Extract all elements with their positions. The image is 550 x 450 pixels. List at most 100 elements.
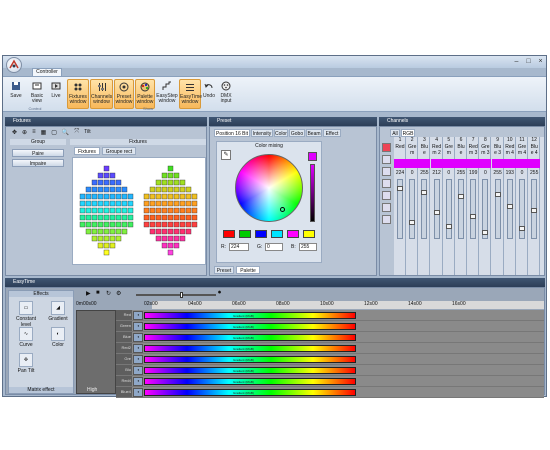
track-toggle-icon[interactable]: ◑: [133, 355, 143, 364]
fixture-cell[interactable]: [167, 165, 174, 172]
fixture-cell[interactable]: [115, 193, 122, 200]
fixture-cell[interactable]: [167, 186, 174, 193]
fixture-cell[interactable]: [115, 200, 122, 207]
track-toggle-icon[interactable]: ◑: [133, 388, 143, 397]
fixture-cell[interactable]: [173, 221, 180, 228]
fixture-cell[interactable]: [115, 186, 122, 193]
track-toggle-icon[interactable]: ◑: [133, 377, 143, 386]
timeline-track[interactable]: Gre ◑ Gradient (RGB): [116, 354, 544, 365]
gradient-bar[interactable]: Gradient (RGB): [144, 378, 356, 385]
record-button-icon[interactable]: ⏺: [218, 290, 221, 297]
fixture-cell[interactable]: [103, 228, 110, 235]
fixture-cell[interactable]: [185, 207, 192, 214]
fixture-cell[interactable]: [103, 193, 110, 200]
fixture-cell[interactable]: [103, 200, 110, 207]
fixture-cell[interactable]: [155, 207, 162, 214]
fixture-cell[interactable]: [85, 214, 92, 221]
effect-pan-tilt[interactable]: ✜ Pan Tilt: [11, 353, 41, 374]
fixture-cell[interactable]: [149, 186, 156, 193]
timeline-track[interactable]: Green ◑ Gradient (RGB): [116, 321, 544, 332]
track-toggle-icon[interactable]: ◑: [133, 344, 143, 353]
brightness-slider[interactable]: [310, 164, 315, 222]
channel-fader[interactable]: [519, 179, 525, 239]
fixture-cell[interactable]: [173, 214, 180, 221]
move-icon[interactable]: ✥: [12, 129, 17, 137]
search-icon[interactable]: 🔍: [62, 129, 69, 137]
fixture-cell[interactable]: [115, 235, 122, 242]
play-icon[interactable]: ▶: [86, 290, 91, 297]
fixture-cell[interactable]: [149, 193, 156, 200]
fixture-cell[interactable]: [179, 193, 186, 200]
fixture-cell[interactable]: [85, 193, 92, 200]
fixture-cell[interactable]: [115, 179, 122, 186]
fixture-cell[interactable]: [161, 186, 168, 193]
tool-icon-6[interactable]: [382, 203, 391, 212]
effect-curve[interactable]: ∿ Curve: [11, 327, 41, 348]
fixture-cell[interactable]: [191, 193, 198, 200]
fixture-cell[interactable]: [121, 214, 128, 221]
fixture-cell[interactable]: [161, 200, 168, 207]
fixture-cell[interactable]: [179, 207, 186, 214]
tab-gobo[interactable]: Gobo: [289, 129, 305, 137]
fixture-cell[interactable]: [115, 214, 122, 221]
basic-view-button[interactable]: Basic view: [27, 79, 47, 109]
fixture-cell[interactable]: [91, 235, 98, 242]
fixture-cell[interactable]: [91, 179, 98, 186]
fixture-cell[interactable]: [85, 221, 92, 228]
fixture-cell[interactable]: [179, 221, 186, 228]
fixture-cell[interactable]: [97, 214, 104, 221]
fixture-cell[interactable]: [179, 228, 186, 235]
fixture-cell[interactable]: [97, 179, 104, 186]
tab-preset[interactable]: Preset: [214, 266, 234, 274]
fixture-cell[interactable]: [155, 228, 162, 235]
color-swatch[interactable]: [223, 230, 235, 238]
fixture-cell[interactable]: [109, 207, 116, 214]
fixture-cell[interactable]: [79, 221, 86, 228]
fixture-cell[interactable]: [121, 193, 128, 200]
fixture-cell[interactable]: [85, 207, 92, 214]
fixture-cell[interactable]: [79, 200, 86, 207]
tab-palette[interactable]: Palette: [236, 266, 260, 274]
fixture-cell[interactable]: [91, 193, 98, 200]
fixture-cell[interactable]: [91, 228, 98, 235]
fixture-cell[interactable]: [121, 221, 128, 228]
channel-fader[interactable]: [458, 179, 464, 239]
gradient-bar[interactable]: Gradient (RGB): [144, 356, 356, 363]
fixture-cell[interactable]: [91, 221, 98, 228]
channel-fader-knob[interactable]: [397, 186, 403, 191]
live-button[interactable]: Live: [49, 79, 63, 109]
color-swatch[interactable]: [271, 230, 283, 238]
fixture-cell[interactable]: [143, 214, 150, 221]
fixture-cell[interactable]: [167, 228, 174, 235]
channel-fader[interactable]: [494, 179, 501, 239]
fixture-cell[interactable]: [97, 228, 104, 235]
fixture-cell[interactable]: [121, 200, 128, 207]
fixture-cell[interactable]: [185, 200, 192, 207]
fixture-cell[interactable]: [191, 207, 198, 214]
tab-controller[interactable]: Controller: [32, 68, 62, 76]
fixture-cell[interactable]: [103, 179, 110, 186]
b-value-field[interactable]: 255: [299, 243, 317, 251]
track-toggle-icon[interactable]: ◑: [133, 333, 143, 342]
save-button[interactable]: Save: [9, 79, 23, 109]
fixture-cell[interactable]: [103, 249, 110, 256]
fixture-cell[interactable]: [143, 193, 150, 200]
channel-fader-knob[interactable]: [458, 194, 464, 199]
fixture-cell[interactable]: [185, 221, 192, 228]
fixture-cell[interactable]: [167, 214, 174, 221]
fixture-cell[interactable]: [91, 207, 98, 214]
gradient-bar[interactable]: Gradient (RGB): [144, 334, 356, 341]
fixture-cell[interactable]: [179, 214, 186, 221]
channels-window-button[interactable]: Channels window: [90, 79, 113, 109]
fixture-cell[interactable]: [161, 214, 168, 221]
gradient-bar[interactable]: Gradient (RGB): [144, 367, 356, 374]
fixture-cell[interactable]: [185, 214, 192, 221]
gradient-bar[interactable]: Gradient (RGB): [144, 312, 356, 319]
tab-intensity[interactable]: Intensity: [251, 129, 273, 137]
fixture-cell[interactable]: [143, 221, 150, 228]
timeline-slider[interactable]: [136, 292, 216, 298]
color-swatch[interactable]: [303, 230, 315, 238]
fixture-cell[interactable]: [173, 235, 180, 242]
fixture-cell[interactable]: [143, 200, 150, 207]
close-icon[interactable]: ×: [535, 57, 546, 66]
